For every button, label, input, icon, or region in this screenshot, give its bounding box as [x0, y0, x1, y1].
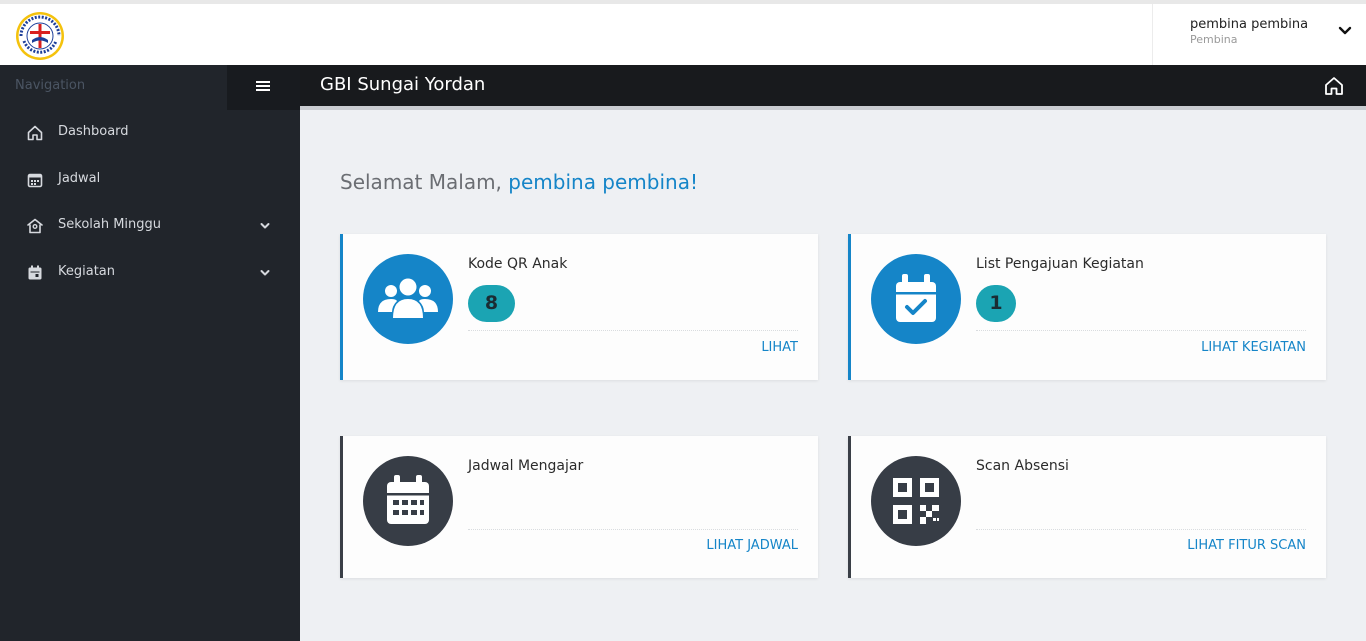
- card-title: List Pengajuan Kegiatan: [976, 256, 1144, 272]
- chevron-down-icon: [260, 270, 270, 276]
- greeting: Selamat Malam, pembina pembina!: [340, 170, 698, 194]
- users-icon: [378, 278, 438, 318]
- sidebar-item-label: Kegiatan: [58, 264, 116, 279]
- card-title: Jadwal Mengajar: [468, 458, 584, 474]
- card-icon-circle: [363, 254, 453, 344]
- hamburger-menu-icon: [256, 81, 270, 91]
- card-divider: [976, 330, 1306, 331]
- qr-code-icon: [893, 478, 939, 524]
- card-scan-absensi: Scan Absensi LIHAT FITUR SCAN: [848, 436, 1326, 578]
- calendar-event-icon: [28, 265, 42, 280]
- card-jadwal-mengajar: Jadwal Mengajar LIHAT JADWAL: [340, 436, 818, 578]
- count-badge: 1: [976, 285, 1016, 322]
- greeting-user-name: pembina pembina!: [508, 170, 698, 194]
- gbi-church-seal-icon[interactable]: [14, 10, 66, 62]
- sidebar-item-jadwal[interactable]: Jadwal: [0, 160, 300, 200]
- lihat-kegiatan-link[interactable]: LIHAT KEGIATAN: [1201, 340, 1306, 355]
- sidebar-title: Navigation: [15, 78, 86, 93]
- user-name: pembina pembina: [1190, 17, 1309, 32]
- sidebar-item-label: Jadwal: [58, 171, 101, 186]
- lihat-fitur-scan-link[interactable]: LIHAT FITUR SCAN: [1187, 538, 1306, 553]
- sidebar-item-label: Dashboard: [58, 124, 129, 139]
- user-role: Pembina: [1190, 33, 1238, 46]
- card-list-pengajuan-kegiatan: List Pengajuan Kegiatan 1 LIHAT KEGIATAN: [848, 234, 1326, 380]
- sidebar-item-label: Sekolah Minggu: [58, 217, 162, 232]
- card-divider: [976, 529, 1306, 530]
- calendar-grid-icon: [387, 475, 429, 524]
- home-icon: [27, 125, 43, 141]
- sidebar-toggle-button[interactable]: [227, 65, 300, 110]
- card-title: Kode QR Anak: [468, 256, 568, 272]
- lihat-jadwal-link[interactable]: LIHAT JADWAL: [706, 538, 798, 553]
- sidebar: Navigation Dashboard Jadwal Sekolah Ming…: [0, 65, 300, 641]
- top-bar: pembina pembina Pembina: [0, 0, 1366, 65]
- count-badge: 8: [468, 285, 515, 322]
- user-menu[interactable]: pembina pembina Pembina: [1152, 4, 1366, 65]
- sidebar-item-sekolah-minggu[interactable]: Sekolah Minggu: [0, 206, 300, 246]
- school-icon: [27, 218, 43, 234]
- sidebar-item-kegiatan[interactable]: Kegiatan: [0, 253, 300, 293]
- home-icon[interactable]: [1323, 75, 1345, 97]
- calendar-icon: [27, 173, 43, 188]
- chevron-down-icon: [260, 223, 270, 229]
- sidebar-item-dashboard[interactable]: Dashboard: [0, 113, 300, 153]
- page-title: GBI Sungai Yordan: [320, 74, 486, 95]
- card-divider: [468, 330, 798, 331]
- calendar-check-icon: [896, 274, 936, 322]
- card-icon-circle: [871, 254, 961, 344]
- card-kode-qr-anak: Kode QR Anak 8 LIHAT: [340, 234, 818, 380]
- lihat-link[interactable]: LIHAT: [761, 340, 798, 355]
- greeting-prefix: Selamat Malam,: [340, 170, 509, 194]
- card-title: Scan Absensi: [976, 458, 1069, 474]
- card-divider: [468, 529, 798, 530]
- card-icon-circle: [871, 456, 961, 546]
- chevron-down-icon[interactable]: [1337, 23, 1353, 39]
- page-header: GBI Sungai Yordan: [300, 65, 1366, 110]
- card-icon-circle: [363, 456, 453, 546]
